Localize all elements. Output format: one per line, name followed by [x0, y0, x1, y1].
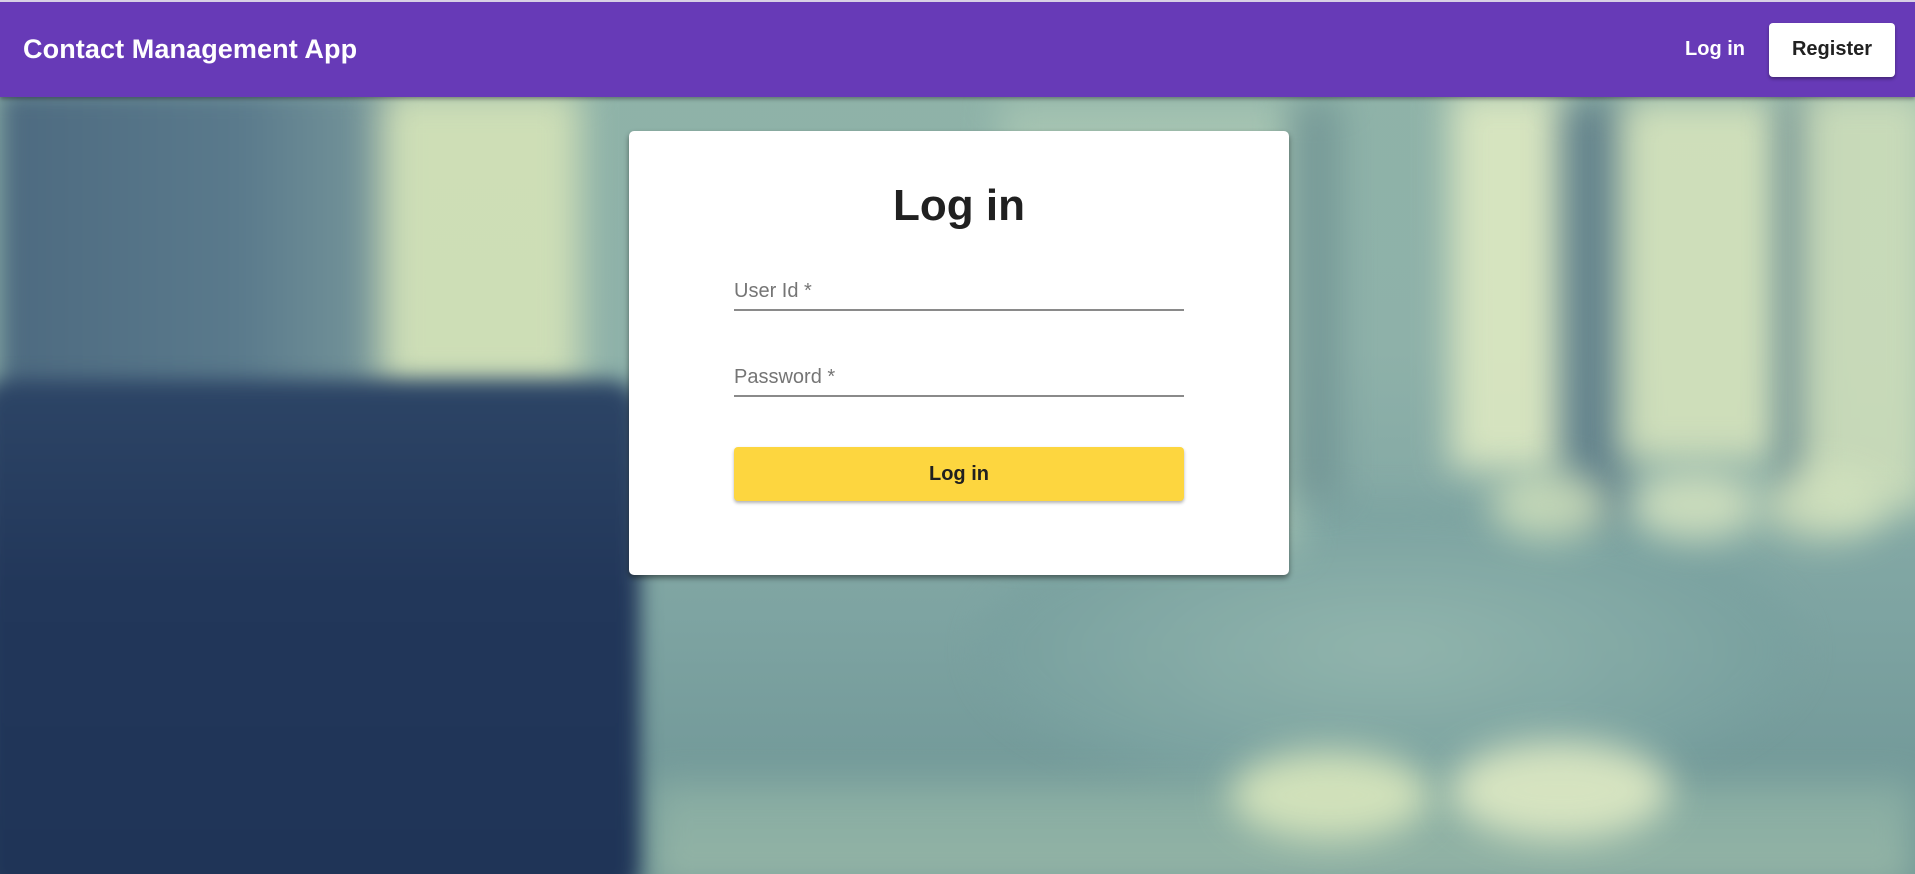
app-bar: Contact Management App Log in Register: [0, 0, 1915, 97]
user-id-input[interactable]: [734, 267, 1184, 309]
nav-login-button[interactable]: Log in: [1671, 26, 1759, 73]
password-input[interactable]: [734, 353, 1184, 395]
register-button[interactable]: Register: [1769, 22, 1895, 77]
app-title: Contact Management App: [23, 34, 358, 64]
login-card: Log in Log in: [629, 131, 1289, 575]
password-field: [734, 353, 1184, 397]
user-id-field: [734, 267, 1184, 311]
login-submit-button[interactable]: Log in: [734, 447, 1184, 501]
login-title: Log in: [893, 181, 1025, 230]
